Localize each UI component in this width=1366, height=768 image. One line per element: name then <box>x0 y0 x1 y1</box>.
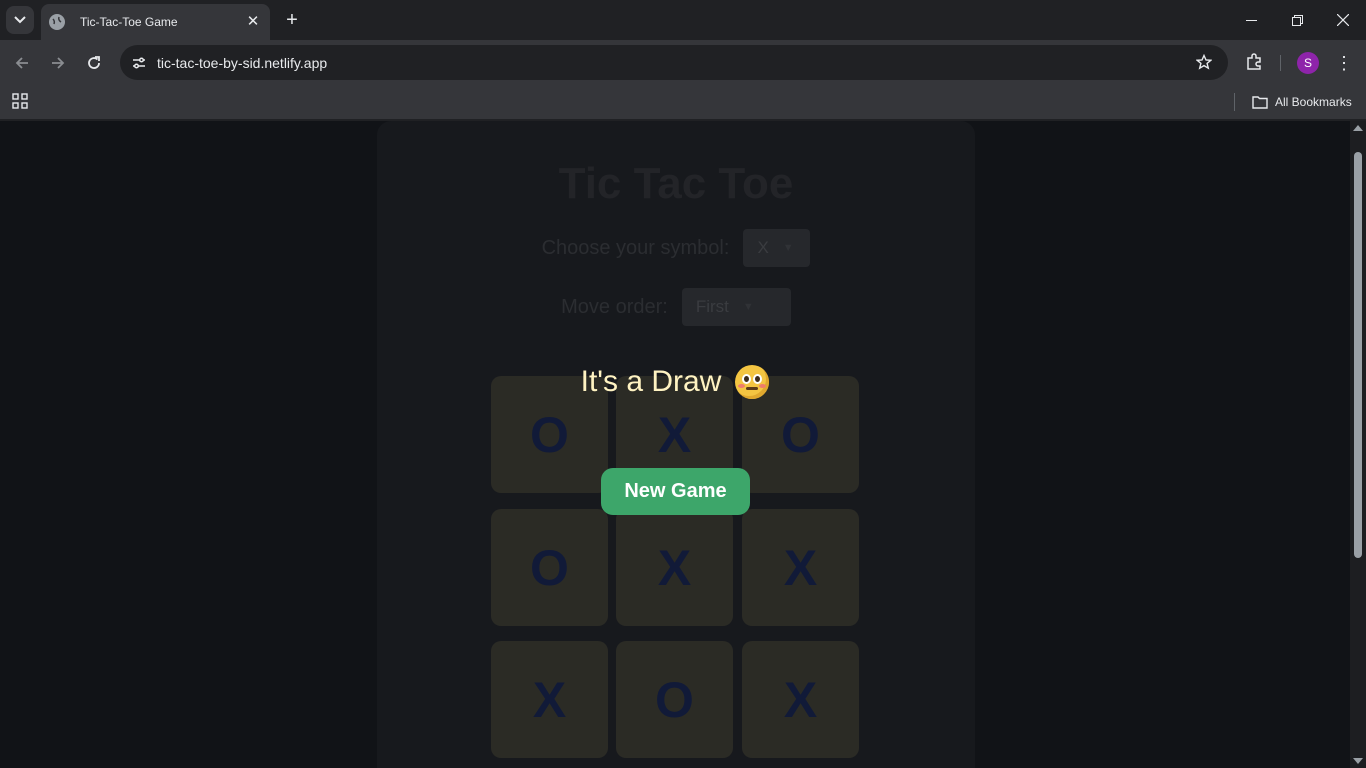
board-cell-4[interactable]: O <box>491 509 608 626</box>
move-order-label: Move order: <box>561 295 668 318</box>
scroll-down-arrow-icon[interactable] <box>1353 758 1363 764</box>
bookmarks-bar: All Bookmarks <box>0 86 1366 120</box>
board-cell-9[interactable]: X <box>742 641 859 758</box>
profile-avatar[interactable]: S <box>1297 52 1319 74</box>
new-game-button[interactable]: New Game <box>601 468 750 515</box>
board-cell-6[interactable]: X <box>742 509 859 626</box>
apps-grid-icon[interactable] <box>11 92 29 110</box>
tab-title: Tic-Tac-Toe Game <box>80 15 178 29</box>
more-menu-icon[interactable]: ⋮ <box>1334 52 1354 74</box>
symbol-label: Choose your symbol: <box>541 236 730 259</box>
chevron-down-icon: ▼ <box>742 301 754 313</box>
site-settings-icon[interactable] <box>126 50 152 76</box>
minimize-icon[interactable] <box>1228 0 1274 40</box>
scrollbar-thumb[interactable] <box>1354 152 1362 558</box>
game-card: Tic Tac Toe Choose your symbol: X ▼ Move… <box>377 121 975 768</box>
reload-icon[interactable] <box>82 51 106 75</box>
forward-arrow-icon[interactable] <box>46 51 70 75</box>
active-tab[interactable]: Tic-Tac-Toe Game ✕ <box>41 4 270 40</box>
board-cell-5[interactable]: X <box>616 509 733 626</box>
symbol-select[interactable]: X ▼ <box>743 229 811 267</box>
board-cell-8[interactable]: O <box>616 641 733 758</box>
page-viewport: Tic Tac Toe Choose your symbol: X ▼ Move… <box>0 121 1350 768</box>
new-tab-button[interactable]: + <box>281 9 303 31</box>
address-bar[interactable]: tic-tac-toe-by-sid.netlify.app <box>120 45 1228 80</box>
game-title: Tic Tac Toe <box>558 159 794 208</box>
order-option-row: Move order: First ▼ <box>377 288 975 326</box>
toolbar-divider <box>1280 55 1281 71</box>
chevron-down-icon: ▼ <box>782 242 794 254</box>
all-bookmarks-label: All Bookmarks <box>1275 95 1352 109</box>
url-text[interactable]: tic-tac-toe-by-sid.netlify.app <box>157 55 327 71</box>
bookmark-star-icon[interactable] <box>1194 52 1214 72</box>
globe-icon <box>49 14 65 30</box>
flushed-face-emoji-icon <box>735 365 770 399</box>
result-message: It's a Draw <box>0 365 1350 399</box>
browser-toolbar: tic-tac-toe-by-sid.netlify.app <box>0 40 1366 86</box>
folder-icon <box>1252 96 1268 109</box>
extensions-icon[interactable] <box>1243 51 1265 73</box>
symbol-option-row: Choose your symbol: X ▼ <box>377 229 975 267</box>
symbol-select-value: X <box>757 238 769 257</box>
scroll-up-arrow-icon[interactable] <box>1353 125 1363 131</box>
back-arrow-icon[interactable] <box>10 51 34 75</box>
tab-strip: Tic-Tac-Toe Game ✕ + <box>0 0 1366 40</box>
all-bookmarks-folder[interactable]: All Bookmarks <box>1252 91 1352 113</box>
move-order-select-value: First <box>695 297 729 316</box>
close-window-icon[interactable] <box>1320 0 1366 40</box>
close-tab-icon[interactable]: ✕ <box>244 13 262 31</box>
tab-search-icon[interactable] <box>6 6 34 34</box>
result-text: It's a Draw <box>580 365 722 398</box>
board-cell-7[interactable]: X <box>491 641 608 758</box>
bookmarks-divider <box>1234 93 1235 111</box>
move-order-select[interactable]: First ▼ <box>681 288 791 326</box>
restore-icon[interactable] <box>1274 0 1320 40</box>
page-scrollbar[interactable] <box>1350 121 1366 768</box>
